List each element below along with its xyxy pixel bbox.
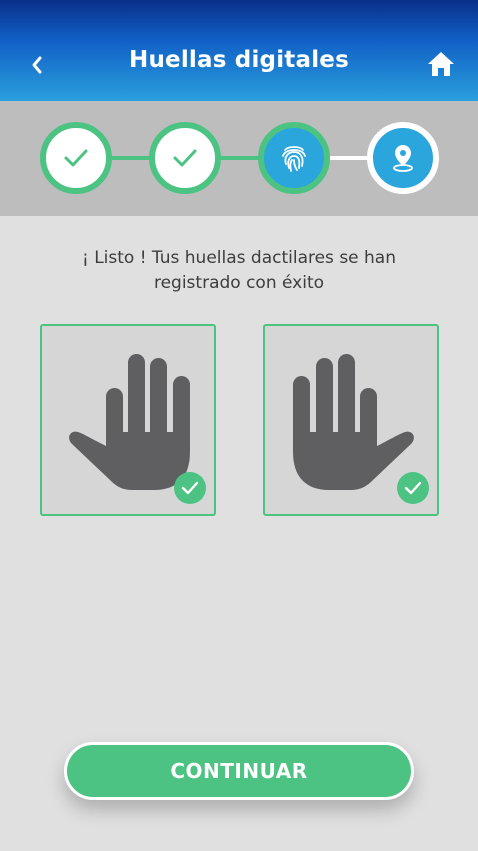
left-hand-icon <box>69 354 190 490</box>
success-message: ¡ Listo ! Tus huellas dactilares se han … <box>40 246 438 296</box>
location-pin-icon <box>393 145 413 172</box>
success-message-line-1: ¡ Listo ! Tus huellas dactilares se han <box>81 248 397 268</box>
page-title: Huellas digitales <box>129 47 349 73</box>
step-4-location-pending <box>367 122 439 194</box>
right-hand-icon <box>293 354 414 490</box>
step-connector-3 <box>327 156 371 160</box>
check-icon <box>173 149 197 167</box>
left-hand-card[interactable] <box>40 324 216 516</box>
app-header: Huellas digitales <box>0 0 478 101</box>
fingerprint-icon <box>282 146 306 172</box>
check-icon <box>404 481 422 495</box>
check-icon <box>181 481 199 495</box>
progress-stepper <box>0 101 478 216</box>
step-connector-2 <box>218 156 262 160</box>
home-button[interactable] <box>424 48 458 80</box>
step-2-done <box>149 122 221 194</box>
right-hand-card[interactable] <box>263 324 439 516</box>
continue-button[interactable]: CONTINUAR <box>64 742 414 800</box>
check-icon <box>64 149 88 167</box>
success-message-line-2: registrado con éxito <box>153 273 325 293</box>
left-hand-registered-badge <box>174 472 206 504</box>
home-icon <box>428 52 454 76</box>
step-connector-1 <box>110 156 154 160</box>
step-1-done <box>40 122 112 194</box>
step-3-fingerprint-active <box>258 122 330 194</box>
right-hand-registered-badge <box>397 472 429 504</box>
